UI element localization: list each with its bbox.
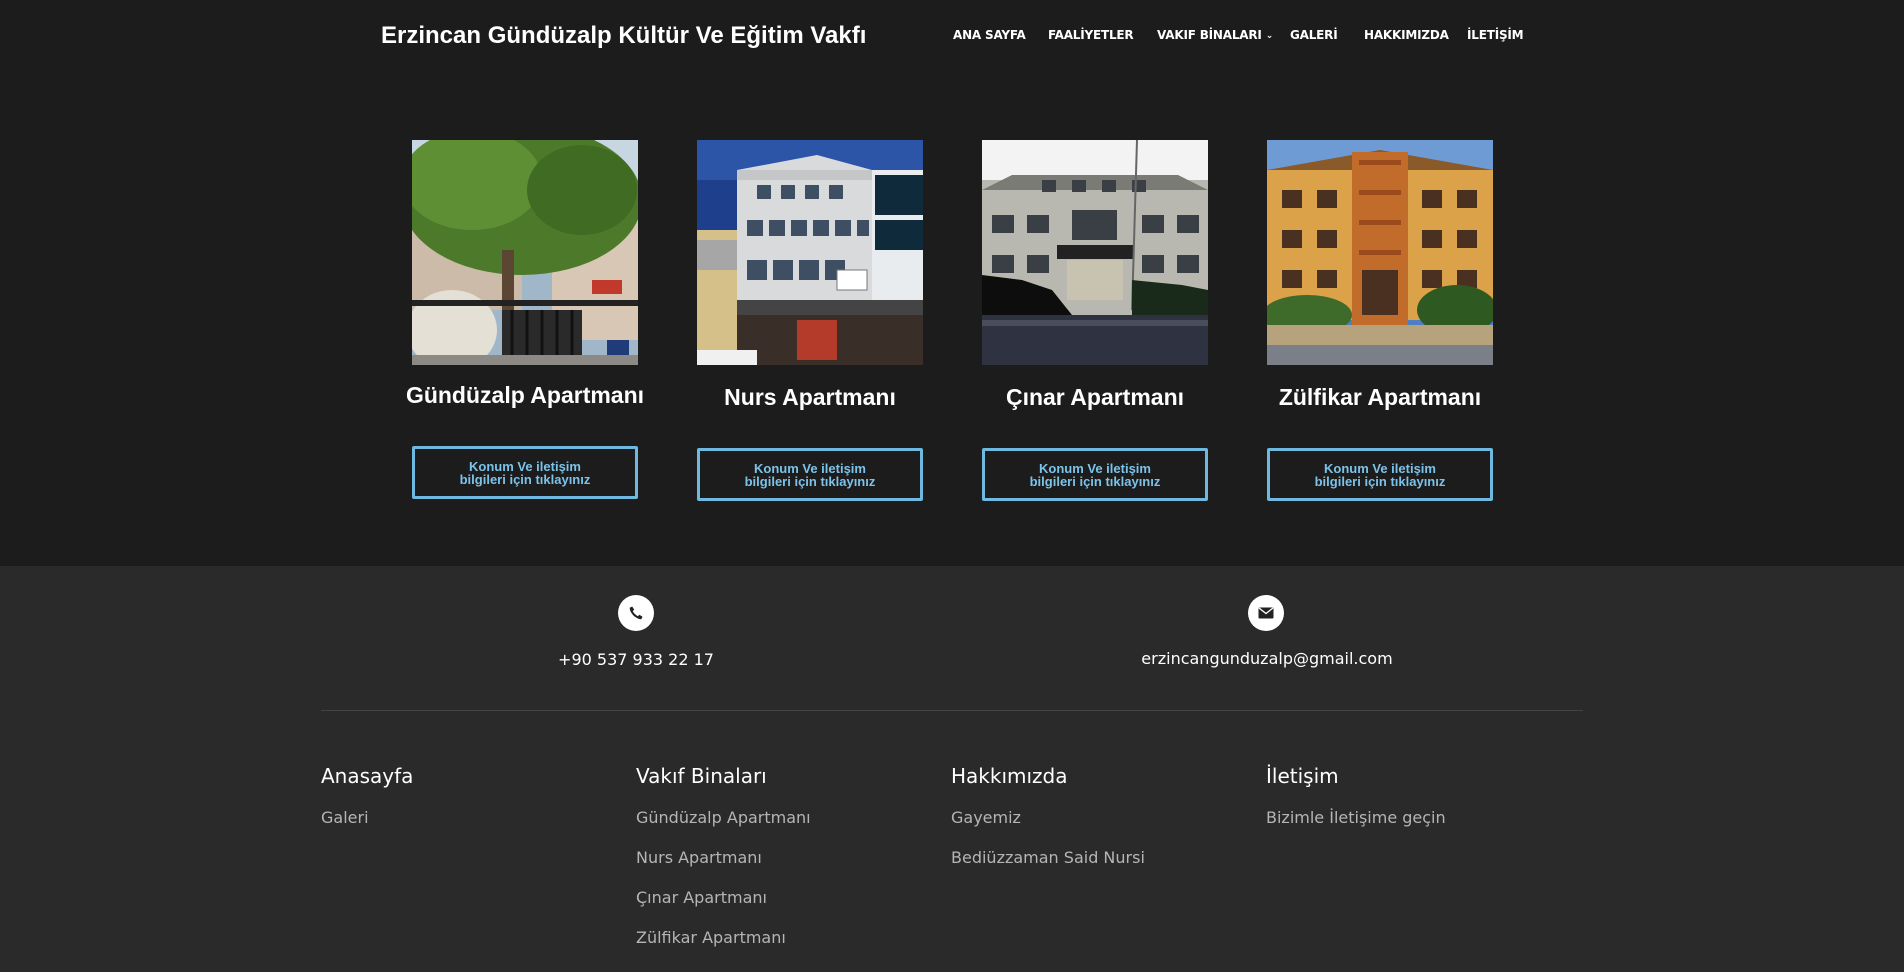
footer-column-title[interactable]: Anasayfa <box>321 764 621 788</box>
footer-column-title[interactable]: İletişim <box>1266 764 1566 788</box>
footer-link-contact-us[interactable]: Bizimle İletişime geçin <box>1266 808 1566 827</box>
nav-item-galeri[interactable]: GALERİ <box>1290 28 1338 42</box>
envelope-icon <box>1248 595 1284 631</box>
footer-column-iletisim: İletişim Bizimle İletişime geçin <box>1266 764 1566 848</box>
footer-column-title[interactable]: Hakkımızda <box>951 764 1251 788</box>
footer-link-galeri[interactable]: Galeri <box>321 808 621 827</box>
footer-link-nurs[interactable]: Nurs Apartmanı <box>636 848 936 867</box>
site-header: Erzincan Gündüzalp Kültür Ve Eğitim Vakf… <box>0 0 1904 75</box>
phone-icon <box>618 595 654 631</box>
buildings-section: Gündüzalp Apartmanı Konum Ve iletişim bi… <box>0 75 1904 566</box>
zulfikar-title: Zülfikar Apartmanı <box>1278 384 1482 410</box>
gunduzalp-info-button[interactable]: Konum Ve iletişim bilgileri için tıklayı… <box>412 446 638 499</box>
footer-column-title[interactable]: Vakıf Binaları <box>636 764 936 788</box>
footer-column-anasayfa: Anasayfa Galeri <box>321 764 621 848</box>
site-title[interactable]: Erzincan Gündüzalp Kültür Ve Eğitim Vakf… <box>381 22 866 50</box>
footer-column-vakif-binalari: Vakıf Binaları Gündüzalp Apartmanı Nurs … <box>636 764 936 968</box>
footer-divider <box>321 710 1583 711</box>
chevron-down-icon: ⌄ <box>1265 31 1274 41</box>
nav-item-vakif-binalari[interactable]: VAKIF BİNALARI ⌄ <box>1157 28 1273 42</box>
nav-item-iletisim[interactable]: İLETİŞİM <box>1467 28 1524 42</box>
nav-item-hakkimizda[interactable]: HAKKIMIZDA <box>1364 28 1449 42</box>
nurs-photo[interactable] <box>697 140 923 365</box>
footer-link-said-nursi[interactable]: Bediüzzaman Said Nursi <box>951 848 1251 867</box>
cinar-photo[interactable] <box>982 140 1208 365</box>
footer-link-gunduzalp[interactable]: Gündüzalp Apartmanı <box>636 808 936 827</box>
phone-number[interactable]: +90 537 933 22 17 <box>486 650 786 669</box>
nurs-info-button[interactable]: Konum Ve iletişim bilgileri için tıklayı… <box>697 448 923 501</box>
nav-item-faaliyetler[interactable]: FAALİYETLER <box>1048 28 1134 42</box>
cinar-info-button[interactable]: Konum Ve iletişim bilgileri için tıklayı… <box>982 448 1208 501</box>
footer-link-cinar[interactable]: Çınar Apartmanı <box>636 888 936 907</box>
zulfikar-info-button[interactable]: Konum Ve iletişim bilgileri için tıklayı… <box>1267 448 1493 501</box>
gunduzalp-photo[interactable] <box>412 140 638 365</box>
nurs-title: Nurs Apartmanı <box>724 384 896 410</box>
footer-column-hakkimizda: Hakkımızda Gayemiz Bediüzzaman Said Nurs… <box>951 764 1251 888</box>
site-footer: +90 537 933 22 17 erzincangunduzalp@gmai… <box>0 566 1904 972</box>
footer-link-zulfikar[interactable]: Zülfikar Apartmanı <box>636 928 936 947</box>
nav-item-ana-sayfa[interactable]: ANA SAYFA <box>953 28 1026 42</box>
cinar-title: Çınar Apartmanı <box>1005 384 1185 410</box>
footer-link-gayemiz[interactable]: Gayemiz <box>951 808 1251 827</box>
zulfikar-photo[interactable] <box>1267 140 1493 365</box>
email-address[interactable]: erzincangunduzalp@gmail.com <box>1117 649 1417 668</box>
nav-item-vakif-binalari-label: VAKIF BİNALARI <box>1157 28 1262 42</box>
gunduzalp-title: Gündüzalp Apartmanı <box>405 382 645 408</box>
